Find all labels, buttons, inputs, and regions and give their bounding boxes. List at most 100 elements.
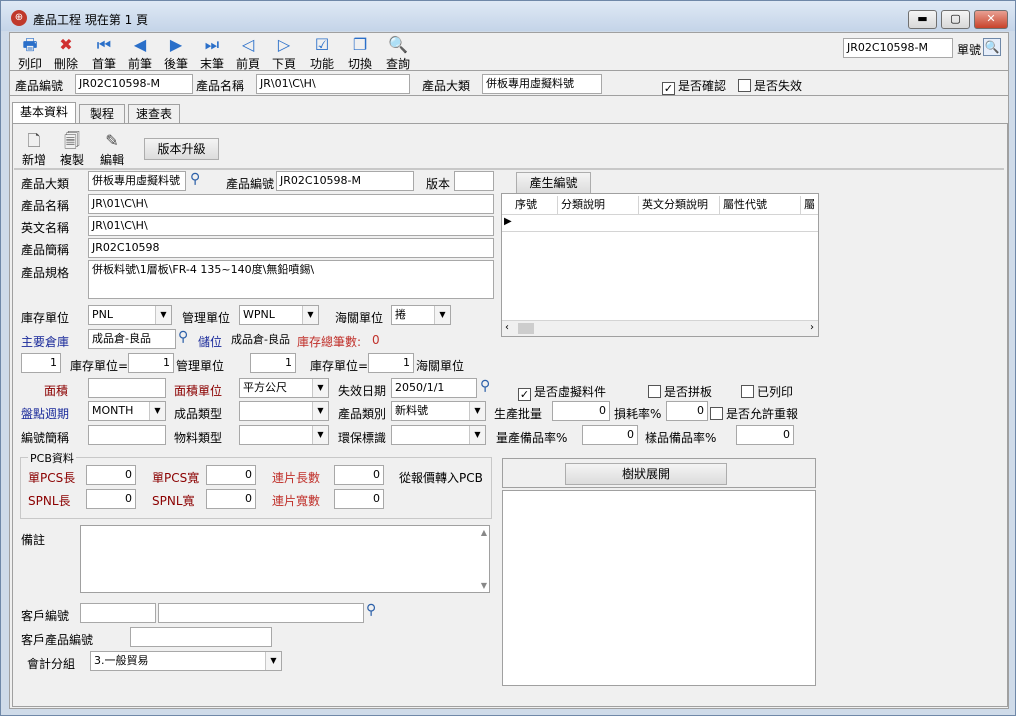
invalid-checkbox[interactable]: 是否失效	[738, 77, 802, 94]
customer-search-icon[interactable]: ⚲	[366, 602, 376, 618]
version-upgrade-button[interactable]: 版本升級	[144, 138, 219, 160]
next-page-button[interactable]: ▷ 下頁	[264, 35, 304, 72]
category-search-icon[interactable]: ⚲	[190, 171, 200, 187]
scroll-left-icon[interactable]: ‹	[505, 322, 509, 333]
grid-col-seq[interactable]: 序號	[512, 196, 558, 214]
tab-process[interactable]: 製程	[79, 104, 125, 124]
en-name-field[interactable]: JR\01\C\H\	[88, 216, 494, 236]
scroll-thumb[interactable]	[518, 323, 534, 334]
copy-button[interactable]: 🗐 複製	[52, 131, 92, 168]
edit-button[interactable]: ✎ 編輯	[92, 131, 132, 168]
batch-field[interactable]: 0	[552, 401, 610, 421]
header-category-field[interactable]: 併板專用虛擬料號	[482, 74, 602, 94]
printed-checkbox[interactable]: 已列印	[741, 383, 793, 400]
area-field[interactable]	[88, 378, 166, 398]
prod-class-select[interactable]: 新料號 ▼	[391, 401, 486, 421]
conv-mgmt-qty[interactable]: 1	[128, 353, 174, 373]
conv-customs-qty[interactable]: 1	[368, 353, 414, 373]
next-record-button[interactable]: ▶ 後筆	[156, 35, 196, 72]
tab-quick[interactable]: 速查表	[128, 104, 180, 124]
confirmed-checkbox[interactable]: ✓ 是否確認	[662, 77, 726, 95]
conv-stock-qty1[interactable]: 1	[21, 353, 61, 373]
import-pcb-label[interactable]: 從報價轉入PCB	[399, 469, 483, 486]
switch-button[interactable]: ❐ 切換	[340, 35, 380, 72]
function-button[interactable]: ☑ 功能	[302, 35, 342, 72]
stock-unit-select[interactable]: PNL ▼	[88, 305, 172, 325]
version-field[interactable]	[454, 171, 494, 191]
virtual-checkbox[interactable]: ✓ 是否虛擬料件	[518, 383, 606, 401]
header-product-code-field[interactable]: JR02C10598-M	[75, 74, 193, 94]
customer-prod-code-field[interactable]	[130, 627, 272, 647]
spnl-len-field[interactable]: 0	[86, 489, 136, 509]
doc-no-input[interactable]: JR02C10598-M	[843, 38, 953, 58]
loss-field[interactable]: 0	[666, 401, 708, 421]
warehouse-search-icon[interactable]: ⚲	[178, 329, 188, 345]
short-name-field[interactable]: JR02C10598	[88, 238, 494, 258]
mass-spare-label: 量產備品率%	[496, 431, 568, 445]
doc-search-icon[interactable]: 🔍	[983, 38, 1001, 56]
remark-textarea[interactable]: ▲ ▼	[80, 525, 490, 593]
eco-select[interactable]: ▼	[391, 425, 486, 445]
new-doc-icon: 🗋	[27, 131, 41, 150]
scroll-right-icon[interactable]: ›	[810, 322, 814, 333]
mass-spare-field[interactable]: 0	[582, 425, 638, 445]
grid-col-attr[interactable]: 屬性代號	[720, 196, 801, 214]
prev-record-button[interactable]: ◀ 前筆	[120, 35, 160, 72]
area-unit-label: 面積單位	[174, 384, 223, 398]
code-abbr-field[interactable]	[88, 425, 166, 445]
cycle-select[interactable]: MONTH ▼	[88, 401, 166, 421]
code-field[interactable]: JR02C10598-M	[276, 171, 414, 191]
panel-checkbox[interactable]: 是否拼板	[648, 383, 712, 400]
grid-col-more[interactable]: 屬	[801, 196, 819, 214]
print-button[interactable]: 🖶 列印	[10, 35, 50, 72]
check-icon: ✓	[518, 388, 531, 401]
tab-basic[interactable]: 基本資料	[12, 102, 76, 124]
expire-label: 失效日期	[338, 384, 387, 398]
allow-over-checkbox[interactable]: 是否允許重報	[710, 405, 798, 422]
mgmt-unit-select[interactable]: WPNL ▼	[239, 305, 319, 325]
grid-hscrollbar[interactable]: ‹ ›	[502, 320, 818, 336]
main-warehouse-field[interactable]: 成品倉-良品	[88, 329, 176, 349]
query-button[interactable]: 🔍 查詢	[378, 35, 418, 72]
spec-field[interactable]: 併板料號\1層板\FR-4 135~140度\無鉛噴錫\	[88, 260, 494, 299]
conn-len-field[interactable]: 0	[334, 465, 384, 485]
tree-view[interactable]	[502, 490, 816, 686]
customer-name-field[interactable]	[158, 603, 364, 623]
header-product-name-field[interactable]: JR\01\C\H\	[256, 74, 410, 94]
generate-code-button[interactable]: 產生編號	[516, 172, 591, 194]
grid-col-en-class[interactable]: 英文分類說明	[639, 196, 720, 214]
prev-page-button[interactable]: ◁ 前頁	[228, 35, 268, 72]
expire-field[interactable]: 2050/1/1	[391, 378, 477, 398]
maximize-button[interactable]: ▢	[941, 10, 970, 29]
grid-col-class[interactable]: 分類說明	[558, 196, 639, 214]
conv-mgmt-label: 管理單位	[176, 359, 225, 373]
minimize-button[interactable]: ▬	[908, 10, 937, 29]
area-unit-select[interactable]: 平方公尺 ▼	[239, 378, 329, 398]
tree-expand-button[interactable]: 樹狀展開	[565, 463, 727, 485]
spnl-wid-field[interactable]: 0	[206, 489, 256, 509]
mgmt-unit-label: 管理單位	[182, 311, 231, 325]
scroll-up-icon[interactable]: ▲	[481, 528, 487, 537]
date-search-icon[interactable]: ⚲	[480, 378, 490, 394]
name-field[interactable]: JR\01\C\H\	[88, 194, 494, 214]
pcs-len-field[interactable]: 0	[86, 465, 136, 485]
close-button[interactable]: ✕	[974, 10, 1008, 29]
conn-wid-field[interactable]: 0	[334, 489, 384, 509]
scroll-down-icon[interactable]: ▼	[481, 581, 487, 590]
sample-spare-label: 樣品備品率%	[645, 431, 717, 445]
customer-code-field[interactable]	[80, 603, 156, 623]
mat-type-select[interactable]: ▼	[239, 425, 329, 445]
first-record-button[interactable]: ⏮ 首筆	[84, 35, 124, 72]
last-record-button[interactable]: ⏭ 末筆	[192, 35, 232, 72]
grid-row[interactable]	[502, 214, 818, 232]
acct-group-select[interactable]: 3.一般貿易 ▼	[90, 651, 282, 671]
conv-stock-qty2[interactable]: 1	[250, 353, 296, 373]
delete-button[interactable]: ✖ 刪除	[46, 35, 86, 72]
prod-type-select[interactable]: ▼	[239, 401, 329, 421]
category-field[interactable]: 併板專用虛擬料號	[88, 171, 186, 191]
pcs-wid-field[interactable]: 0	[206, 465, 256, 485]
new-button[interactable]: 🗋 新增	[14, 131, 54, 168]
sample-spare-field[interactable]: 0	[736, 425, 794, 445]
customs-unit-select[interactable]: 捲 ▼	[391, 305, 451, 325]
pcb-title: PCB資料	[28, 450, 76, 466]
